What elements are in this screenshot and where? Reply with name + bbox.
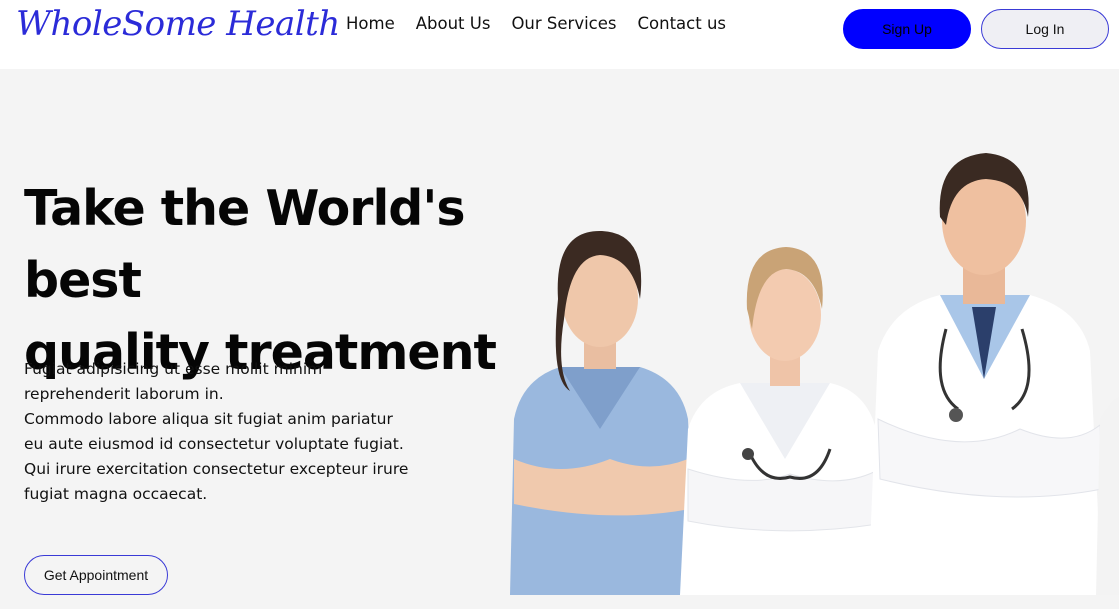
- nav-link-contact-us[interactable]: Contact us: [638, 14, 727, 33]
- nav-link-our-services[interactable]: Our Services: [511, 14, 616, 33]
- hero-paragraph-line: Fugiat adipisicing ut esse mollit minim: [24, 360, 323, 378]
- main-nav: Home About Us Our Services Contact us: [346, 14, 726, 33]
- nav-link-home[interactable]: Home: [346, 14, 395, 33]
- male-doctor-figure: [868, 153, 1103, 595]
- site-logo[interactable]: WholeSome Health: [16, 4, 340, 44]
- hero-paragraph-line: Commodo labore aliqua sit fugiat anim pa…: [24, 410, 393, 428]
- log-in-button[interactable]: Log In: [981, 9, 1109, 49]
- site-header: WholeSome Health Home About Us Our Servi…: [0, 0, 1119, 69]
- hero-paragraph-line: reprehenderit laborum in.: [24, 385, 224, 403]
- hero-title-line-1: Take the World's best: [24, 180, 466, 309]
- hero-paragraph-line: fugiat magna occaecat.: [24, 485, 208, 503]
- nav-link-about-us[interactable]: About Us: [416, 14, 491, 33]
- hero-paragraph: Fugiat adipisicing ut esse mollit minim …: [24, 357, 434, 507]
- hero-paragraph-line: Qui irure exercitation consectetur excep…: [24, 460, 409, 478]
- medical-team-image: [510, 153, 1119, 595]
- sign-up-button[interactable]: Sign Up: [843, 9, 971, 49]
- hero-paragraph-line: eu aute eiusmod id consectetur voluptate…: [24, 435, 404, 453]
- female-doctor-figure: [680, 247, 882, 595]
- hero-section: Take the World's best quality treatment …: [0, 69, 1119, 609]
- get-appointment-button[interactable]: Get Appointment: [24, 555, 168, 595]
- nurse-figure: [510, 230, 696, 595]
